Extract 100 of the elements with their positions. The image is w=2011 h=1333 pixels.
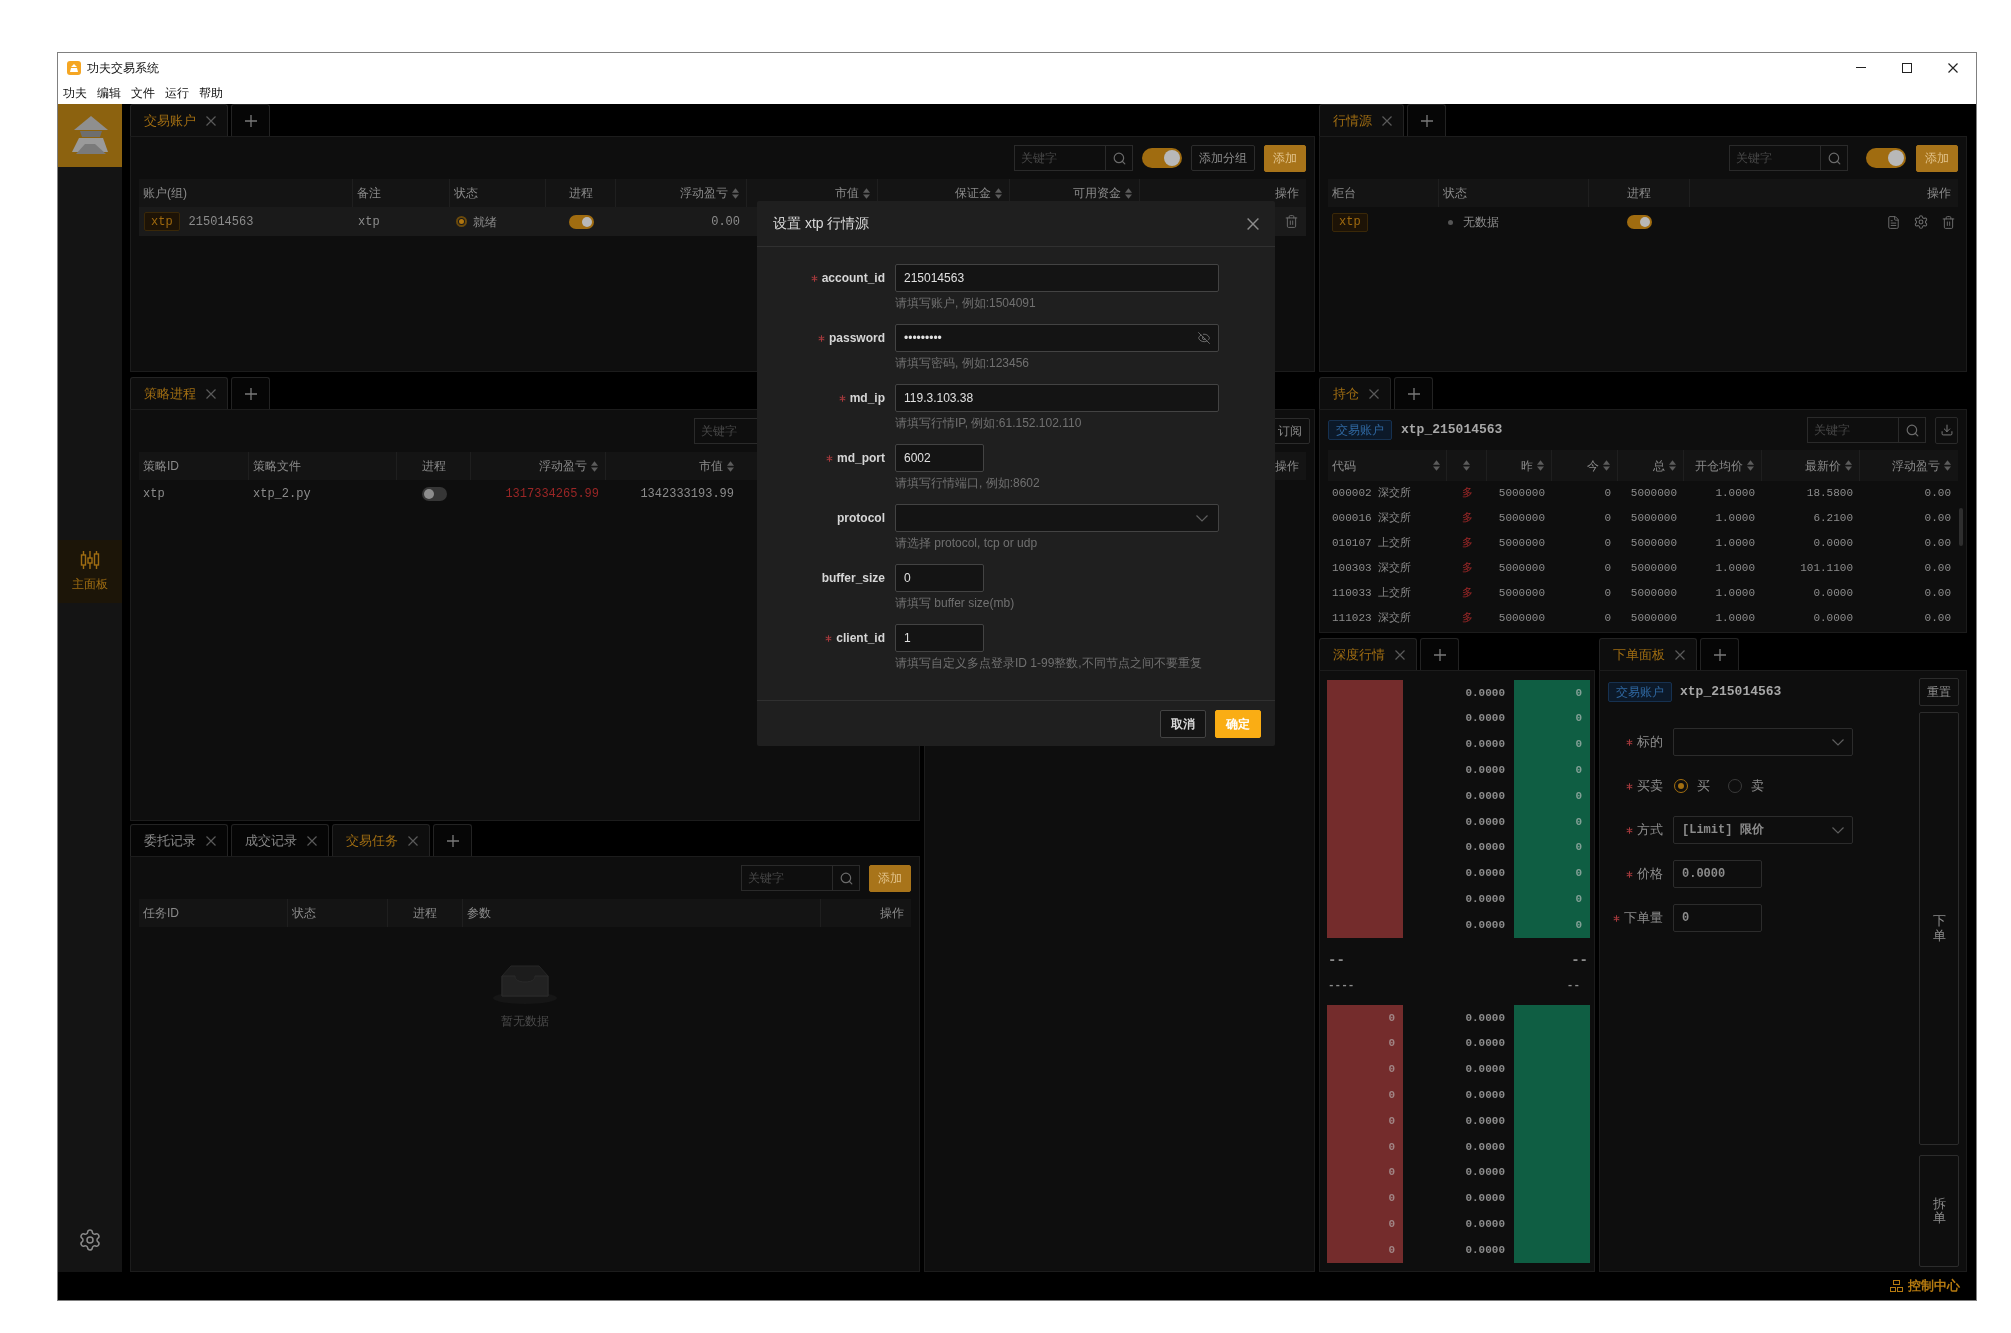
sortable-column-header[interactable]: 浮动盈亏: [539, 457, 598, 475]
input-field[interactable]: 0.0000: [1673, 860, 1762, 888]
column-header: 进程: [413, 905, 437, 922]
panel-tab[interactable]: 策略进程: [130, 377, 228, 409]
select-field[interactable]: [Limit] 限价: [1673, 816, 1853, 844]
panel-tab[interactable]: 持仓: [1319, 377, 1391, 409]
logo-icon[interactable]: [58, 104, 122, 167]
settings-icon[interactable]: [1914, 215, 1928, 229]
toggle-switch[interactable]: [421, 487, 447, 501]
sort-icon[interactable]: [863, 187, 870, 199]
sortable-column-header[interactable]: 开仓均价: [1695, 456, 1754, 475]
reset-button[interactable]: 重置: [1919, 678, 1959, 706]
control-center-button[interactable]: 控制中心: [1890, 1276, 1960, 1296]
input-field[interactable]: 119.3.103.38: [895, 384, 1219, 412]
scrollbar-thumb[interactable]: [1959, 508, 1963, 546]
panel-tab[interactable]: 交易任务: [332, 824, 430, 856]
input-field[interactable]: 215014563: [895, 264, 1219, 292]
source-tag: xtp: [144, 212, 180, 231]
place-order-button[interactable]: 下单: [1919, 712, 1959, 1145]
toggle-switch[interactable]: [568, 214, 594, 229]
panel-tab[interactable]: 委托记录: [130, 824, 228, 856]
number-input[interactable]: 6002: [895, 444, 984, 472]
trash-icon[interactable]: [1942, 215, 1955, 229]
sortable-column-header[interactable]: 今: [1587, 456, 1610, 475]
search-button[interactable]: [1821, 145, 1848, 171]
sort-icon[interactable]: [1944, 460, 1951, 471]
plus-icon: [1433, 648, 1446, 661]
add-tab-button[interactable]: [1700, 638, 1739, 670]
sort-icon[interactable]: [591, 460, 598, 472]
download-button[interactable]: [1935, 416, 1958, 444]
menu-item[interactable]: 文件: [126, 82, 160, 104]
menu-item[interactable]: 功夫: [58, 82, 92, 104]
password-field[interactable]: •••••••••: [895, 324, 1219, 352]
number-input[interactable]: 0: [895, 564, 984, 592]
field-label: password: [829, 330, 885, 347]
volume-text: 0: [1575, 685, 1582, 701]
sort-icon[interactable]: [1537, 460, 1544, 471]
panel-tab[interactable]: 成交记录: [231, 824, 329, 856]
menu-item[interactable]: 帮助: [194, 82, 228, 104]
toggle-switch[interactable]: [1142, 148, 1182, 168]
sort-icon[interactable]: [1845, 460, 1852, 471]
sort-icon[interactable]: [1125, 187, 1132, 199]
search-icon: [1905, 423, 1919, 437]
add-tab-button[interactable]: [231, 104, 270, 136]
sortable-column-header[interactable]: 总: [1653, 456, 1676, 475]
sortable-column-header[interactable]: 市值: [835, 184, 870, 202]
panel-tab[interactable]: 下单面板: [1599, 638, 1697, 670]
radio-label[interactable]: 卖: [1751, 776, 1764, 796]
maximize-icon: [1902, 62, 1912, 73]
column-header: 进程: [421, 458, 446, 475]
sortable-column-header[interactable]: 浮动盈亏: [1892, 456, 1951, 475]
sort-icon[interactable]: [1463, 460, 1470, 471]
sortable-column-header[interactable]: 最新价: [1805, 456, 1852, 475]
sort-icon[interactable]: [1603, 460, 1610, 471]
column-header: 状态: [1443, 185, 1467, 202]
trash-icon[interactable]: [1285, 215, 1298, 228]
split-order-button[interactable]: 拆单: [1919, 1155, 1959, 1267]
search-button[interactable]: [1899, 417, 1926, 443]
file-icon[interactable]: [1887, 215, 1900, 229]
sort-icon[interactable]: [727, 460, 734, 472]
panel-tab[interactable]: 交易账户: [130, 104, 228, 136]
sortable-column-header[interactable]: 昨: [1521, 456, 1544, 475]
select-field[interactable]: [895, 504, 1219, 532]
number-input[interactable]: 1: [895, 624, 984, 652]
panel-tab[interactable]: 行情源: [1319, 104, 1404, 136]
radio-label[interactable]: 买: [1697, 776, 1710, 796]
sortable-column-header[interactable]: 浮动盈亏: [680, 184, 739, 202]
sort-icon[interactable]: [732, 187, 739, 199]
toggle-switch[interactable]: [1627, 215, 1652, 229]
cancel-button[interactable]: 取消: [1160, 709, 1206, 738]
toolbar-button[interactable]: 添加分组: [1191, 145, 1255, 171]
price-text: 0.0000: [1465, 1113, 1505, 1129]
sort-icon[interactable]: [1433, 460, 1440, 471]
add-tab-button[interactable]: [1420, 638, 1459, 670]
table-cell-text: 5000000: [1630, 561, 1677, 577]
search-button[interactable]: [833, 865, 860, 891]
menu-item[interactable]: 编辑: [92, 82, 126, 104]
sortable-column-header[interactable]: 保证金: [955, 184, 1002, 202]
select-field[interactable]: [1673, 728, 1853, 756]
sortable-column-header[interactable]: 可用资金: [1073, 184, 1132, 202]
search-button[interactable]: [1106, 145, 1133, 171]
menu-item[interactable]: 运行: [160, 82, 194, 104]
input-field[interactable]: 0: [1673, 904, 1762, 932]
add-tab-button[interactable]: [1394, 377, 1433, 409]
sortable-column-header[interactable]: 代码: [1332, 456, 1440, 475]
toggle-switch[interactable]: [1866, 148, 1906, 168]
sort-icon[interactable]: [1669, 460, 1676, 471]
settings-icon[interactable]: [79, 1229, 101, 1251]
add-tab-button[interactable]: [231, 377, 270, 409]
sortable-column-header[interactable]: 市值: [699, 457, 734, 475]
price-text: 0.0000: [1465, 814, 1505, 830]
add-tab-button[interactable]: [1407, 104, 1446, 136]
add-tab-button[interactable]: [433, 824, 472, 856]
close-icon[interactable]: [1948, 62, 1958, 73]
panel-tab[interactable]: 深度行情: [1319, 638, 1417, 670]
sort-icon[interactable]: [995, 187, 1002, 199]
nav-item[interactable]: 主面板: [58, 540, 122, 603]
table-cell-text: 0: [1604, 536, 1611, 552]
eye-off-icon[interactable]: [1198, 332, 1210, 344]
sort-icon[interactable]: [1747, 460, 1754, 471]
